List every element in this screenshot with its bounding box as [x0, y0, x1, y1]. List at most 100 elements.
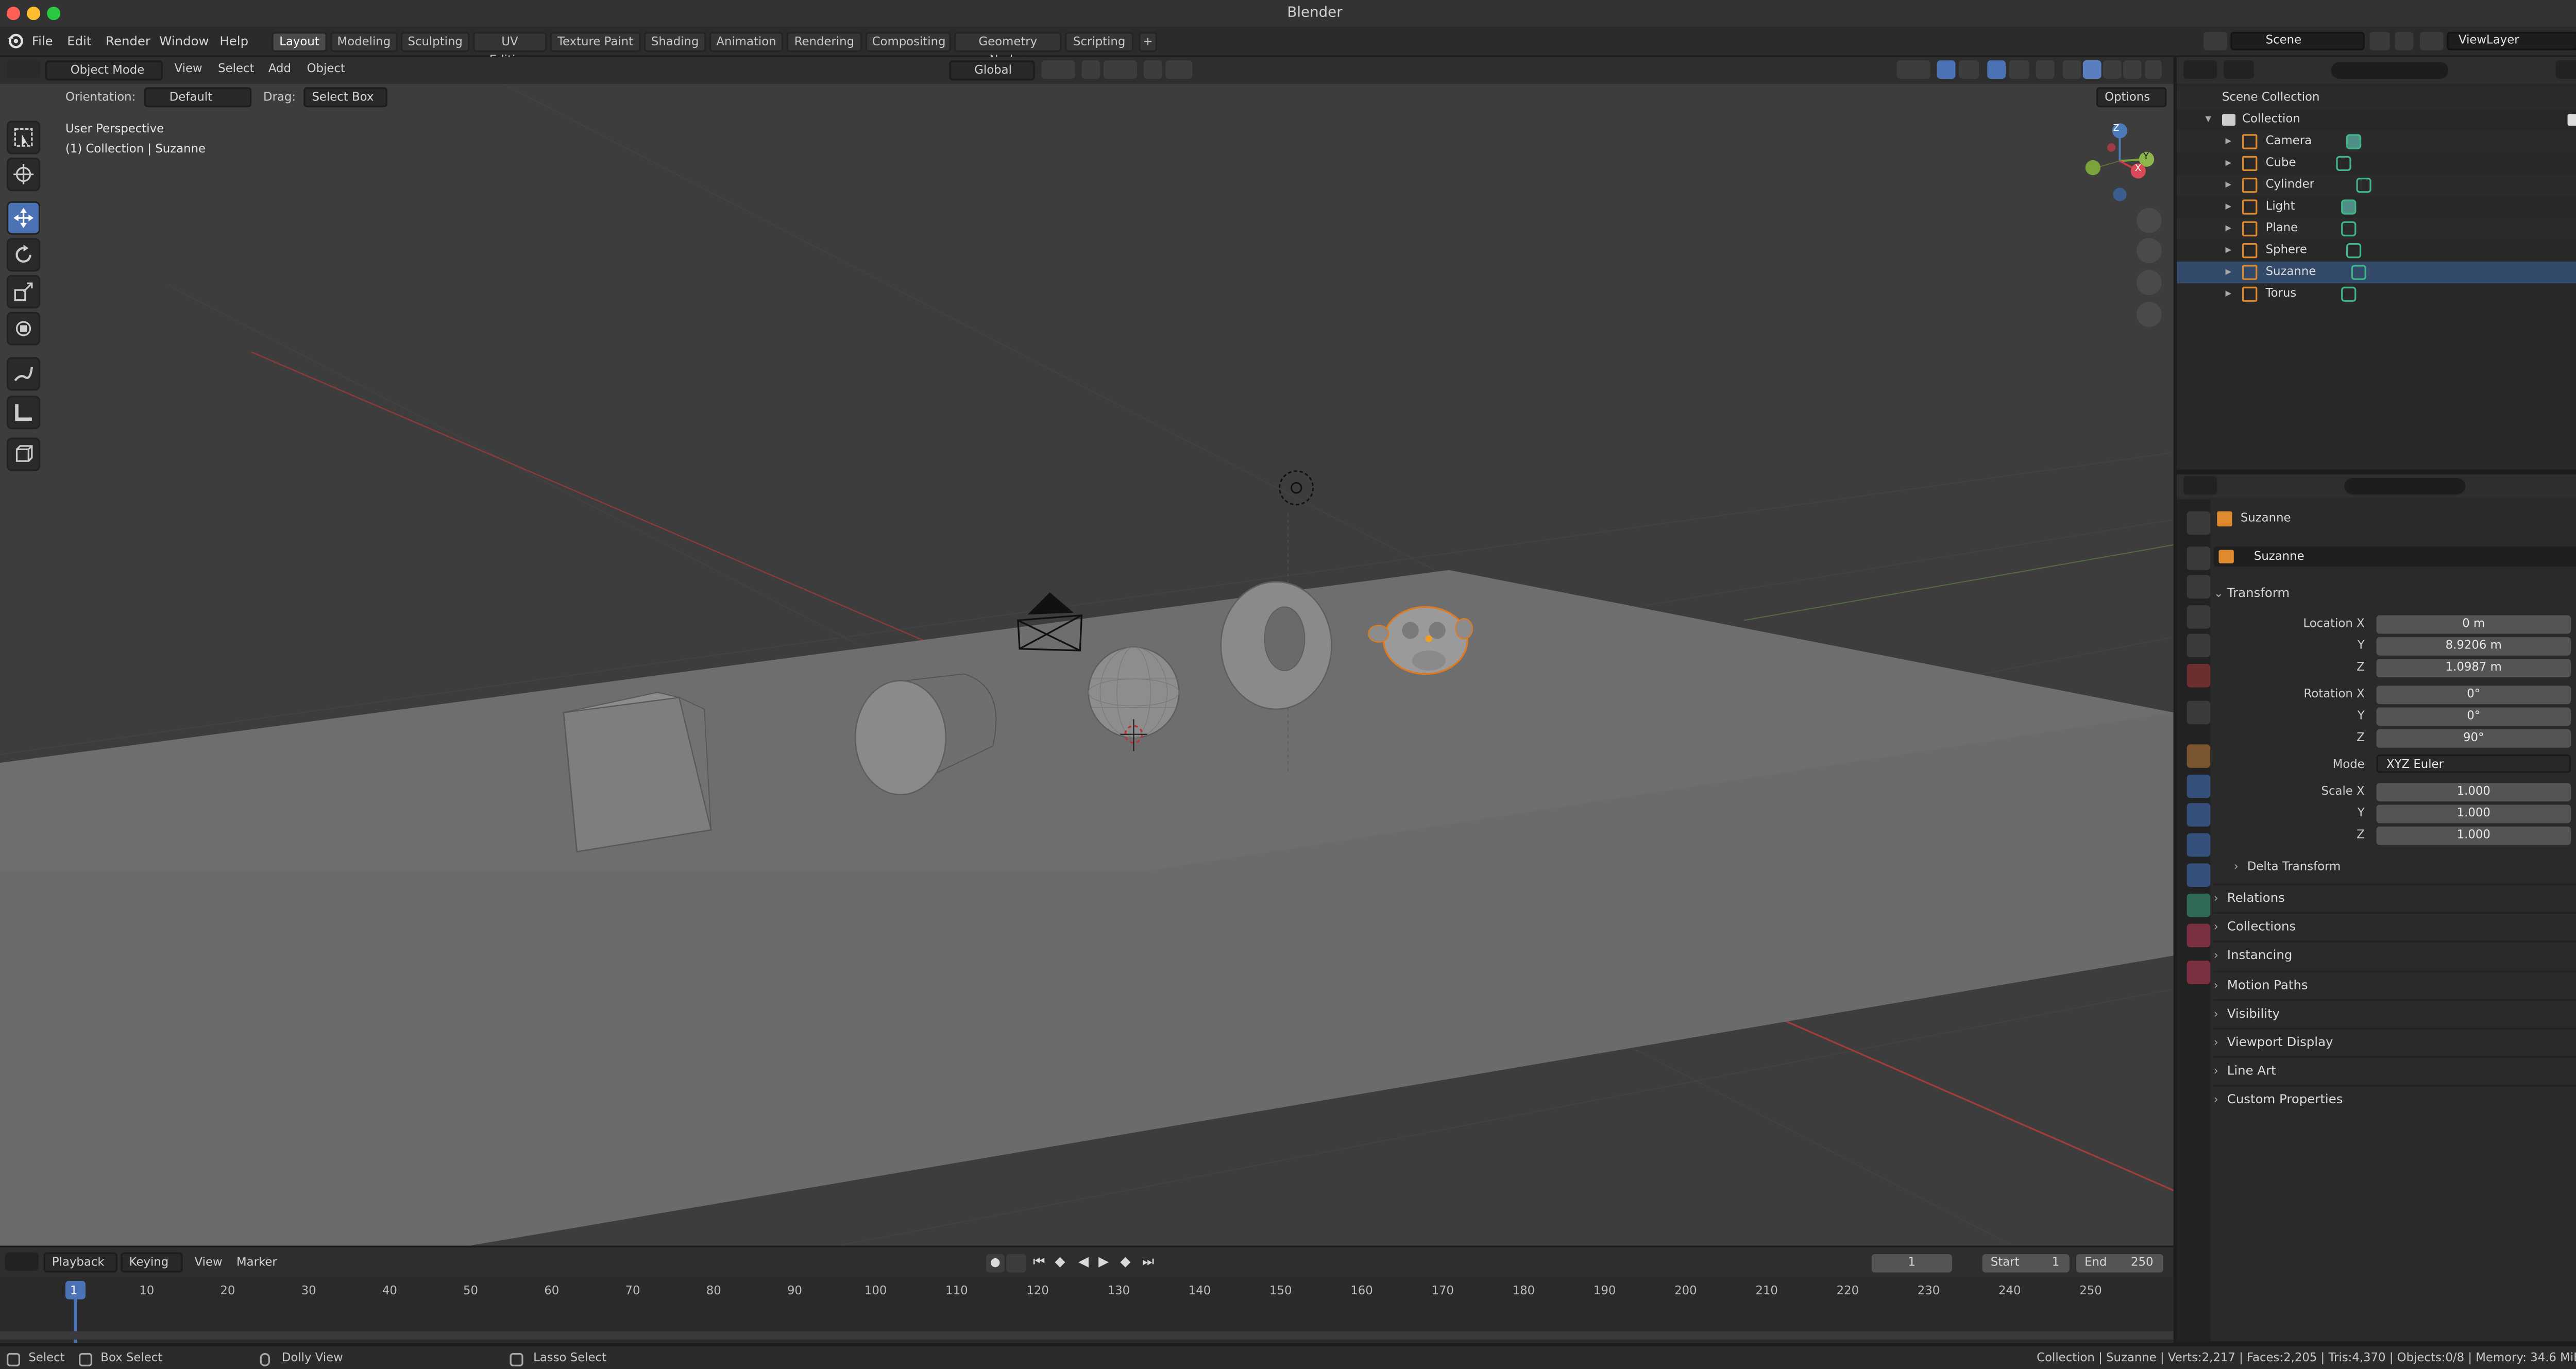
overlay-toggle-icon[interactable] — [1987, 60, 2006, 79]
expand-object-icon[interactable]: ▸ — [2226, 283, 2231, 305]
tool-move[interactable] — [7, 201, 41, 235]
rotation-mode-dropdown[interactable]: XYZ Euler — [2376, 754, 2571, 773]
outliner-item-suzanne[interactable]: ▸Suzanne◉▣ — [2177, 261, 2576, 284]
gizmo-dropdown-icon[interactable] — [1958, 60, 1979, 79]
tab-layout[interactable]: Layout — [272, 31, 327, 52]
tab-geometry-nodes[interactable]: Geometry Nodes — [954, 31, 1062, 66]
timeline-view-menu[interactable]: View — [195, 1254, 223, 1274]
tool-rotate[interactable] — [7, 238, 41, 272]
end-frame-field[interactable]: End 250 — [2076, 1254, 2164, 1273]
object-data-icon[interactable] — [2356, 178, 2371, 193]
auto-keying-icon[interactable]: ● — [986, 1254, 1005, 1273]
camera-view-icon[interactable] — [2136, 270, 2162, 295]
scale-z-field[interactable]: 1.000 — [2376, 826, 2571, 845]
view-layer-name-field[interactable]: ViewLayer — [2447, 31, 2576, 50]
tab-compositing[interactable]: Compositing — [865, 31, 951, 52]
menu-add[interactable]: Add — [268, 60, 291, 80]
scene-tab-icon[interactable] — [2187, 634, 2211, 657]
transform-orientation-dropdown[interactable]: Global — [949, 60, 1035, 81]
expand-object-icon[interactable]: ▸ — [2226, 131, 2231, 152]
object-data-icon[interactable] — [2341, 221, 2357, 236]
current-frame-field[interactable]: 1 — [1871, 1254, 1952, 1273]
rotation-z-field[interactable]: 90° — [2376, 729, 2571, 748]
gizmo-toggle-icon[interactable] — [1937, 60, 1956, 79]
tool-measure[interactable] — [7, 396, 41, 430]
expand-object-icon[interactable]: ▸ — [2226, 218, 2231, 239]
jump-keyframe-back-icon[interactable]: ◆ — [1055, 1254, 1065, 1269]
location-x-field[interactable]: 0 m — [2376, 615, 2571, 634]
tool-scale[interactable] — [7, 275, 41, 309]
outliner-item-camera[interactable]: ▸Camera◉▣ — [2177, 130, 2576, 153]
outliner-filter-icon[interactable] — [2555, 60, 2576, 79]
orientation-dropdown[interactable]: Default — [144, 87, 252, 108]
new-scene-icon[interactable] — [2369, 31, 2390, 50]
shading-solid-icon[interactable] — [2082, 60, 2102, 79]
play-icon[interactable]: ▶ — [1098, 1254, 1109, 1269]
tool-select-box[interactable] — [7, 121, 41, 155]
options-dropdown[interactable]: Options — [2096, 87, 2167, 108]
scale-y-field[interactable]: 1.000 — [2376, 805, 2571, 824]
delta-transform-subpanel[interactable]: › Delta Transform — [2234, 857, 2576, 878]
menu-file[interactable]: File — [32, 32, 53, 50]
texture-tab-icon[interactable] — [2187, 961, 2211, 984]
shading-wireframe-icon[interactable] — [2062, 60, 2081, 79]
outliner-scene-collection[interactable]: Scene Collection — [2177, 87, 2576, 109]
rotation-y-field[interactable]: 0° — [2376, 707, 2571, 726]
torus-object[interactable] — [1220, 581, 1332, 710]
physics-tab-icon[interactable] — [2187, 833, 2211, 857]
view-layer-tab-icon[interactable] — [2187, 605, 2211, 629]
scale-x-field[interactable]: 1.000 — [2376, 783, 2571, 801]
snap-target-icon[interactable] — [1103, 60, 1137, 79]
minimize-window-icon[interactable] — [27, 7, 41, 21]
menu-object[interactable]: Object — [307, 60, 345, 80]
transform-panel-header[interactable]: ⌄ Transform — [2214, 580, 2576, 605]
cube-object[interactable] — [563, 692, 712, 853]
expand-object-icon[interactable]: ▸ — [2226, 152, 2231, 174]
snap-toggle-icon[interactable] — [1081, 60, 1100, 79]
output-tab-icon[interactable] — [2187, 575, 2211, 599]
pivot-point-icon[interactable] — [1041, 60, 1075, 79]
tab-uv-editing[interactable]: UV Editing — [472, 31, 547, 66]
object-data-icon[interactable] — [2341, 199, 2357, 215]
object-data-icon[interactable] — [2336, 156, 2351, 172]
menu-window[interactable]: Window — [159, 32, 209, 50]
jump-start-icon[interactable]: ⏮ — [1033, 1254, 1045, 1271]
location-z-field[interactable]: 1.0987 m — [2376, 659, 2571, 678]
tab-animation[interactable]: Animation — [709, 31, 784, 52]
mode-dropdown[interactable]: Object Mode — [45, 60, 163, 81]
expand-collection-icon[interactable]: ▾ — [2205, 109, 2211, 131]
menu-select[interactable]: Select — [218, 60, 254, 80]
panel-instancing[interactable]: › Instancing — [2213, 941, 2576, 968]
properties-editor-type-icon[interactable] — [2183, 476, 2217, 495]
world-tab-icon[interactable] — [2187, 664, 2211, 688]
tab-rendering[interactable]: Rendering — [786, 31, 862, 52]
menu-render[interactable]: Render — [106, 32, 150, 50]
expand-object-icon[interactable]: ▸ — [2226, 262, 2231, 283]
maximize-window-icon[interactable] — [47, 7, 61, 21]
material-tab-icon[interactable] — [2187, 923, 2211, 948]
tool-tab-icon[interactable] — [2187, 511, 2211, 535]
expand-object-icon[interactable]: ▸ — [2226, 175, 2231, 196]
properties-search-input[interactable] — [2344, 477, 2465, 495]
panel-motion-paths[interactable]: › Motion Paths — [2213, 970, 2576, 997]
jump-keyframe-forward-icon[interactable]: ◆ — [1120, 1254, 1130, 1269]
constraints-tab-icon[interactable] — [2187, 863, 2211, 887]
tab-scripting[interactable]: Scripting — [1064, 31, 1134, 52]
outliner-item-light[interactable]: ▸Light◉▣ — [2177, 196, 2576, 218]
object-data-icon[interactable] — [2346, 134, 2362, 149]
marker-menu[interactable]: Marker — [236, 1254, 277, 1274]
visibility-selectability-icon[interactable] — [1896, 60, 1930, 79]
timeline-editor-type-icon[interactable] — [5, 1252, 39, 1271]
outliner-search-input[interactable] — [2331, 62, 2449, 79]
tool-add-cube[interactable] — [7, 437, 41, 471]
orthographic-toggle-icon[interactable] — [2136, 301, 2162, 327]
data-tab-icon[interactable] — [2187, 893, 2211, 917]
timeline-ruler[interactable]: 1 10 20 30 40 50 60 70 80 90 100 110 120 130 140 150 160… — [0, 1277, 2174, 1343]
outliner-item-cylinder[interactable]: ▸Cylinder◉▣ — [2177, 174, 2576, 196]
tab-sculpting[interactable]: Sculpting — [400, 31, 470, 52]
expand-object-icon[interactable]: ▸ — [2226, 196, 2231, 218]
render-tab-icon[interactable] — [2187, 546, 2211, 570]
scene-name-field[interactable]: Scene — [2230, 31, 2365, 50]
panel-custom-properties[interactable]: › Custom Properties — [2213, 1085, 2576, 1112]
overlay-dropdown-icon[interactable] — [2009, 60, 2029, 79]
